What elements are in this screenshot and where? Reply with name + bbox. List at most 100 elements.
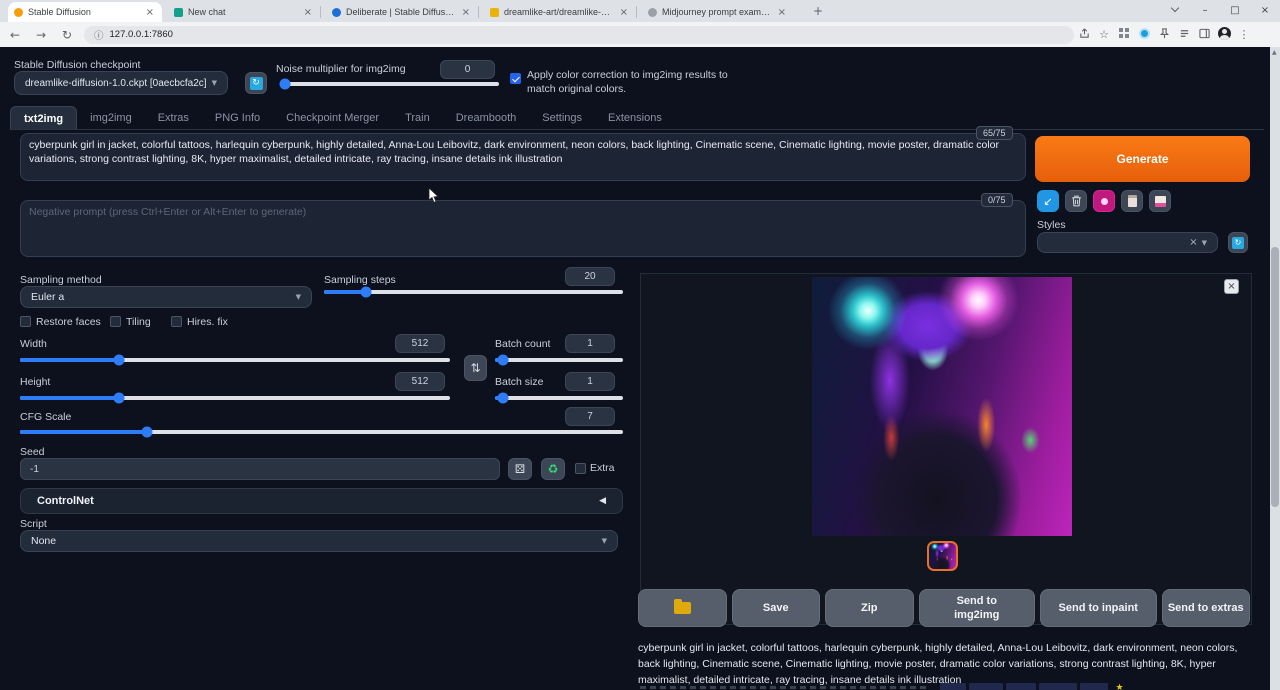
tab-close-icon[interactable]: × [144, 7, 156, 18]
dice-icon: ⚄ [515, 462, 525, 476]
browser-tab-stable-diffusion[interactable]: Stable Diffusion × [8, 2, 162, 22]
send-to-inpaint-button[interactable]: Send to inpaint [1040, 589, 1157, 627]
page-scrollbar[interactable]: ▲ [1270, 47, 1280, 690]
slider-knob[interactable] [497, 355, 508, 366]
tab-close-icon[interactable]: × [460, 7, 472, 18]
extra-networks-button[interactable] [1093, 190, 1115, 212]
width-input[interactable] [395, 334, 445, 353]
forward-icon[interactable]: → [30, 28, 52, 42]
cfg-scale-input[interactable] [565, 407, 615, 426]
window-minimize-button[interactable]: – [1190, 0, 1220, 22]
slider-knob[interactable] [113, 355, 124, 366]
tab-close-icon[interactable]: × [302, 7, 314, 18]
random-seed-button[interactable]: ⚄ [508, 458, 532, 480]
address-bar[interactable]: ⓘ 127.0.0.1:7860 [84, 26, 1074, 44]
cfg-scale-slider[interactable] [20, 430, 623, 434]
tab-checkpoint-merger[interactable]: Checkpoint Merger [273, 106, 392, 129]
slider-knob[interactable] [280, 79, 291, 90]
scrollbar-thumb[interactable] [1271, 247, 1279, 507]
clear-styles-icon[interactable]: × [1189, 237, 1197, 248]
gallery-thumbnail-selected[interactable] [927, 541, 958, 571]
tab-extras[interactable]: Extras [145, 106, 202, 129]
extension-blue-icon[interactable] [1134, 28, 1154, 42]
prompt-textarea[interactable]: cyberpunk girl in jacket, colorful tatto… [20, 133, 1026, 181]
save-style-button[interactable] [1149, 190, 1171, 212]
height-slider[interactable] [20, 396, 450, 400]
apply-style-button[interactable] [1121, 190, 1143, 212]
clear-prompt-button[interactable] [1065, 190, 1087, 212]
browser-tab-midjourney[interactable]: Midjourney prompt examples : L × [642, 2, 794, 22]
tab-img2img[interactable]: img2img [77, 106, 145, 129]
recycle-icon: ♻ [548, 462, 559, 476]
slider-knob[interactable] [141, 427, 152, 438]
back-icon[interactable]: ← [4, 28, 26, 42]
color-correction-checkbox[interactable] [510, 73, 521, 84]
window-menu-chevron-icon[interactable] [1160, 0, 1190, 22]
send-to-extras-button[interactable]: Send to extras [1162, 589, 1251, 627]
refresh-checkpoint-button[interactable]: ↻ [245, 72, 267, 94]
height-input[interactable] [395, 372, 445, 391]
save-button[interactable]: Save [732, 589, 821, 627]
extra-seed-checkbox[interactable] [575, 463, 586, 474]
zip-button[interactable]: Zip [825, 589, 914, 627]
restore-faces-checkbox[interactable] [20, 316, 31, 327]
checkpoint-label: Stable Diffusion checkpoint [14, 59, 140, 71]
prompt-token-counter: 65/75 [976, 126, 1013, 140]
script-dropdown[interactable]: None ▼ [20, 530, 618, 552]
window-close-button[interactable]: × [1250, 0, 1280, 22]
sampling-steps-slider[interactable] [324, 290, 623, 294]
reuse-seed-button[interactable]: ♻ [541, 458, 565, 480]
batch-count-input[interactable] [565, 334, 615, 353]
overflow-menu-icon[interactable]: ⋮ [1234, 28, 1254, 41]
tab-settings[interactable]: Settings [529, 106, 595, 129]
generate-button[interactable]: Generate [1035, 136, 1250, 182]
noise-multiplier-input[interactable] [440, 60, 495, 79]
new-tab-button[interactable]: + [810, 4, 826, 20]
close-gallery-button[interactable]: × [1224, 279, 1239, 294]
batch-count-slider[interactable] [495, 358, 623, 362]
sampling-method-dropdown[interactable]: Euler a ▼ [20, 286, 312, 308]
batch-size-input[interactable] [565, 372, 615, 391]
extensions-pin-icon[interactable] [1154, 28, 1174, 42]
paste-params-button[interactable]: ↙ [1037, 190, 1059, 212]
reload-icon[interactable]: ↻ [56, 28, 78, 42]
tab-png-info[interactable]: PNG Info [202, 106, 273, 129]
browser-tab-new-chat[interactable]: New chat × [168, 2, 320, 22]
browser-tab-dreamlike[interactable]: dreamlike-art/dreamlike-diffusio × [484, 2, 636, 22]
controlnet-accordion[interactable]: ControlNet ◀ [20, 488, 623, 514]
scrollbar-up-icon[interactable]: ▲ [1272, 49, 1277, 56]
slider-knob[interactable] [360, 287, 371, 298]
tab-dreambooth[interactable]: Dreambooth [443, 106, 530, 129]
width-slider[interactable] [20, 358, 450, 362]
batch-size-slider[interactable] [495, 396, 623, 400]
checkpoint-dropdown[interactable]: dreamlike-diffusion-1.0.ckpt [0aecbcfa2c… [14, 71, 228, 95]
negative-prompt-textarea[interactable] [20, 200, 1026, 257]
send-to-img2img-button[interactable]: Send to img2img [919, 589, 1036, 627]
profile-avatar[interactable] [1214, 27, 1234, 43]
slider-knob[interactable] [497, 393, 508, 404]
extension-grid-icon[interactable] [1114, 28, 1134, 41]
hires-fix-checkbox[interactable] [171, 316, 182, 327]
tab-extensions[interactable]: Extensions [595, 106, 675, 129]
side-panel-icon[interactable] [1194, 28, 1214, 42]
bookmark-star-icon[interactable]: ☆ [1094, 28, 1114, 41]
slider-knob[interactable] [113, 393, 124, 404]
swap-dimensions-button[interactable]: ⇅ [464, 355, 487, 381]
refresh-styles-button[interactable]: ↻ [1228, 232, 1248, 253]
sampling-steps-input[interactable] [565, 267, 615, 286]
tab-train[interactable]: Train [392, 106, 443, 129]
reading-list-icon[interactable] [1174, 28, 1194, 42]
styles-dropdown[interactable]: × ▼ [1037, 232, 1218, 253]
window-maximize-button[interactable]: □ [1220, 0, 1250, 22]
noise-multiplier-slider[interactable] [281, 82, 499, 86]
site-info-icon[interactable]: ⓘ [94, 28, 104, 42]
open-folder-button[interactable] [638, 589, 727, 627]
seed-input[interactable] [20, 458, 500, 480]
tab-txt2img[interactable]: txt2img [10, 106, 77, 129]
share-icon[interactable] [1074, 28, 1094, 42]
generated-image[interactable] [812, 277, 1072, 536]
tab-close-icon[interactable]: × [776, 7, 788, 18]
tiling-checkbox[interactable] [110, 316, 121, 327]
browser-tab-deliberate[interactable]: Deliberate | Stable Diffusion Che × [326, 2, 478, 22]
tab-close-icon[interactable]: × [618, 7, 630, 18]
